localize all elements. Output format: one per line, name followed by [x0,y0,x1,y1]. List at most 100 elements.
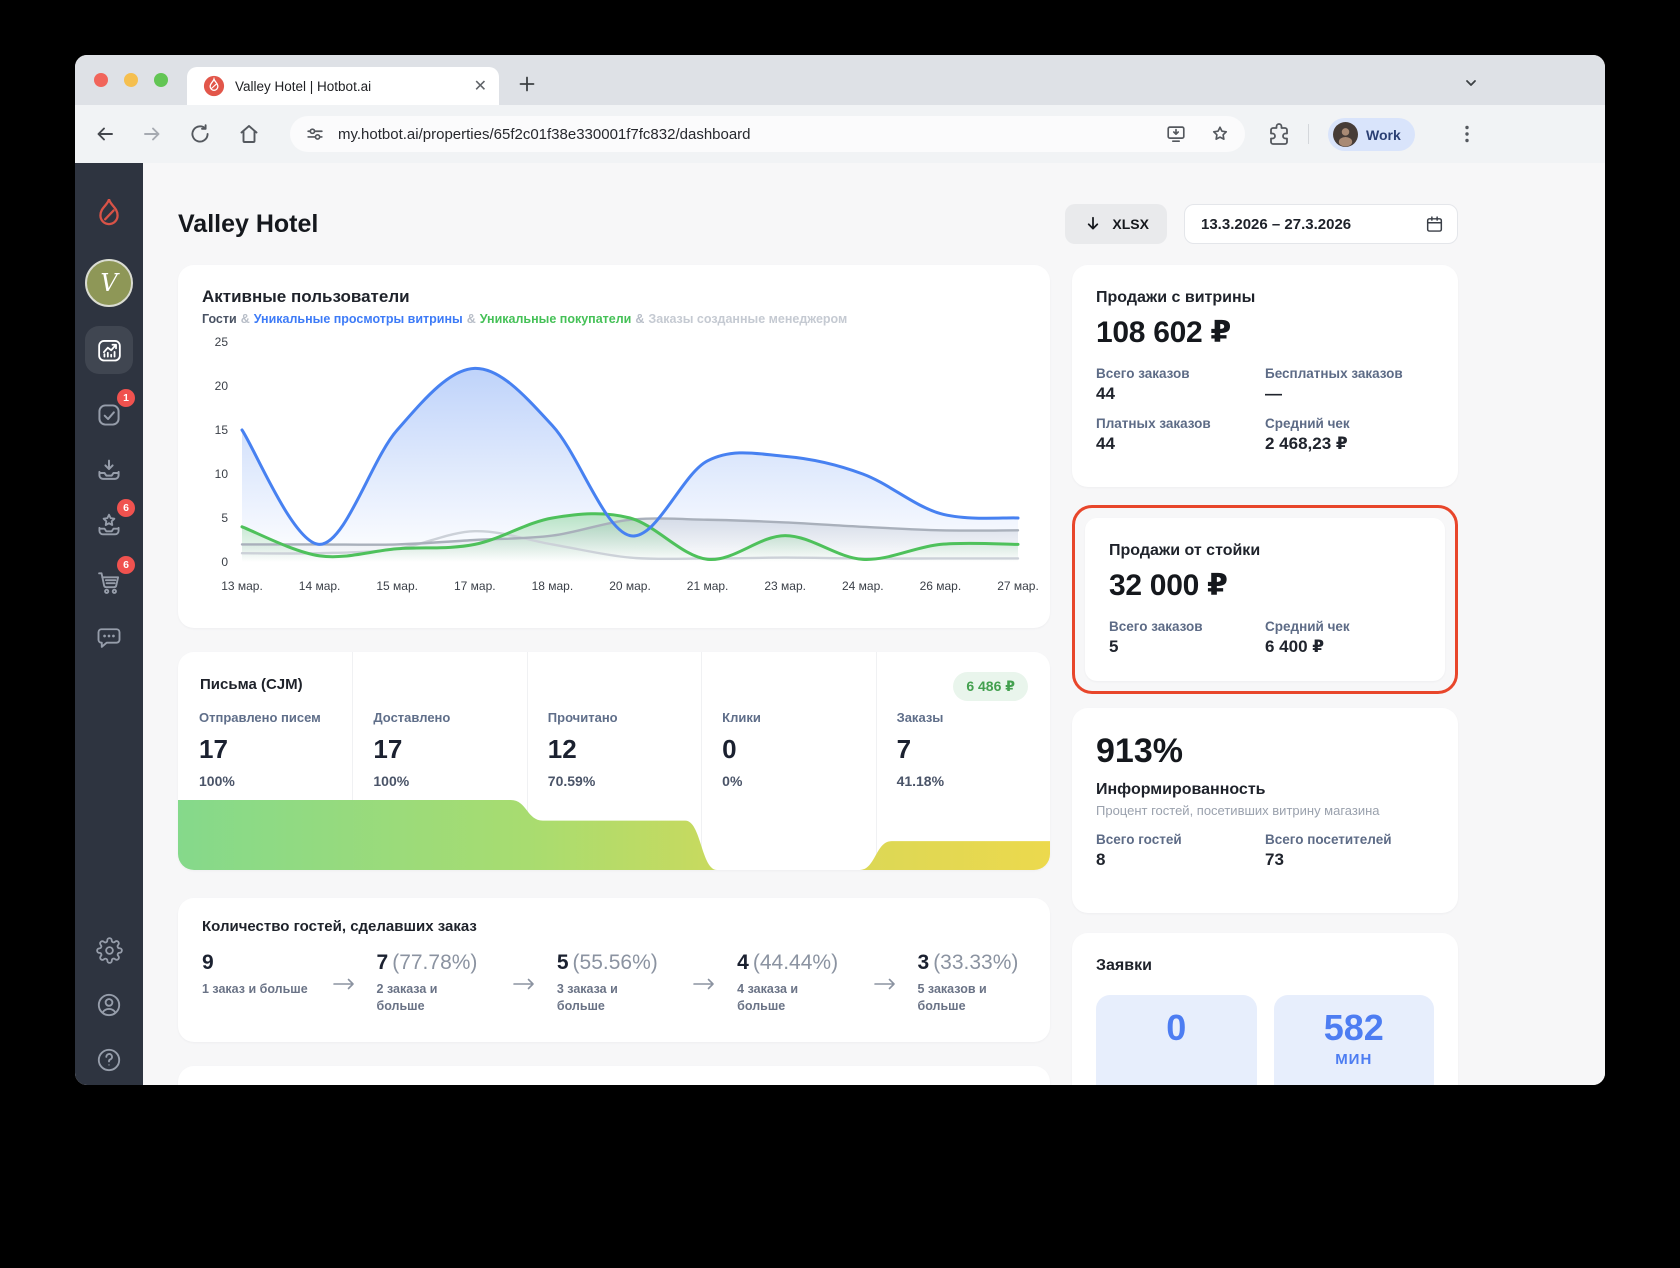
window-minimize-button[interactable] [124,73,138,87]
stat-average-check: Средний чек 2 468,23 ₽ [1265,416,1350,453]
guest-funnel-step: 5 (55.56%) 3 заказа и больше [556,951,658,1013]
back-button[interactable] [93,122,117,146]
x-axis-label: 26 мар. [920,579,962,593]
window-zoom-button[interactable] [154,73,168,87]
next-card-partial [178,1066,1050,1085]
install-app-icon[interactable] [1165,123,1187,145]
extensions-icon[interactable] [1267,122,1291,146]
site-settings-icon[interactable] [304,123,326,145]
guest-funnel-step: 3 (33.33%) 5 заказов и больше [917,951,1019,1013]
gear-icon [95,936,123,964]
sidebar-item-tasks[interactable]: 1 [85,389,135,439]
cjm-revenue-badge: 6 486 ₽ [953,672,1028,701]
new-tab-button[interactable] [515,72,539,96]
arrow-right-icon [873,978,895,990]
browser-toolbar: my.hotbot.ai/properties/65f2c01f38e33000… [75,105,1605,163]
stat-total-guests: Всего гостей 8 [1096,832,1182,869]
cjm-step-delivered: Доставлено 17 100% [373,710,451,789]
x-axis-label: 17 мар. [454,579,496,593]
browser-tab[interactable]: Valley Hotel | Hotbot.ai ✕ [187,67,499,105]
cjm-step-sent: Отправлено писем 17 100% [199,710,321,789]
chart-legend: Гости & Уникальные просмотры витрины & Уника… [202,312,848,326]
sidebar-item-orders[interactable]: 6 [85,556,135,606]
calendar-icon [1426,215,1443,232]
awareness-percent: 913% [1096,732,1183,770]
guest-funnel-step: 7 (77.78%) 2 заказа и больше [376,951,478,1013]
legend-unique-buyers[interactable]: Уникальные покупатели [480,312,632,326]
dashboard-page: Valley Hotel XLSX 13.3.2026 – 27.3.2026 [143,163,1605,1085]
reload-button[interactable] [188,122,212,146]
desk-sales-card: Продажи от стойки 32 000 ₽ Всего заказов… [1085,518,1445,681]
sidebar-item-inbox[interactable] [85,446,133,494]
awareness-subtitle: Процент гостей, посетивших витрину магаз… [1096,803,1380,818]
x-axis-label: 21 мар. [687,579,729,593]
showcase-sales-card: Продажи с витрины 108 602 ₽ Всего заказо… [1072,265,1458,487]
profile-name: Work [1366,126,1401,143]
guest-funnel-title: Количество гостей, сделавших заказ [202,918,477,935]
guest-funnel-step: 4 (44.44%) 4 заказа и больше [737,951,839,1013]
date-range-picker[interactable]: 13.3.2026 – 27.3.2026 [1184,204,1458,244]
stat-free-orders: Бесплатных заказов — [1265,366,1403,403]
legend-manager-orders[interactable]: Заказы созданные менеджером [648,312,847,326]
stat-total-visitors: Всего посетителей 73 [1265,832,1392,869]
legend-guests[interactable]: Гости [202,312,237,326]
tasks-badge: 1 [117,389,135,407]
url-bar[interactable]: my.hotbot.ai/properties/65f2c01f38e33000… [290,116,1245,152]
page-title: Valley Hotel [178,209,319,238]
awareness-card: 913% Информированность Процент гостей, п… [1072,708,1458,913]
cjm-step-orders: Заказы 7 41.18% [896,710,945,789]
sidebar-item-help[interactable] [85,1036,133,1084]
tab-strip: Valley Hotel | Hotbot.ai ✕ [75,55,1605,105]
legend-unique-views[interactable]: Уникальные просмотры витрины [254,312,463,326]
cart-badge: 6 [117,556,135,574]
desk-sales-title: Продажи от стойки [1109,542,1261,559]
tab-search-chevron-icon[interactable] [1459,71,1483,95]
avatar [1333,122,1358,147]
y-axis-label: 10 [215,467,229,481]
cjm-funnel-ribbon [178,800,1050,870]
y-axis-label: 20 [215,379,229,393]
forward-button[interactable] [140,122,164,146]
app-sidebar: V 1 6 6 [75,163,143,1085]
sidebar-item-dashboard[interactable] [85,326,133,374]
y-axis-label: 5 [221,511,228,525]
cjm-emails-card: Письма (CJM) 6 486 ₽ Отправлено писем 17… [178,652,1050,870]
x-axis-label: 14 мар. [299,579,341,593]
showcase-sales-title: Продажи с витрины [1096,289,1256,306]
hotbot-logo-flame-icon[interactable] [85,189,133,237]
requests-title: Заявки [1096,957,1152,974]
window-close-button[interactable] [94,73,108,87]
sidebar-item-chat[interactable] [85,614,133,662]
url-text[interactable]: my.hotbot.ai/properties/65f2c01f38e33000… [338,126,1143,143]
hotbot-favicon [203,75,225,97]
hotel-avatar[interactable]: V [85,259,133,307]
browser-menu-icon[interactable] [1455,122,1479,146]
profile-chip[interactable]: Work [1328,118,1415,151]
x-axis-label: 20 мар. [609,579,651,593]
y-axis-label: 15 [215,423,229,437]
requests-card: Заявки 0 582 МИН [1072,933,1458,1085]
cart-icon [98,572,120,594]
x-axis-label: 18 мар. [532,579,574,593]
arrow-right-icon [513,978,534,990]
home-button[interactable] [237,122,261,146]
chat-bubble-icon [97,628,121,648]
sidebar-item-loyalty[interactable]: 6 [85,499,135,549]
analytics-chart-icon [97,339,121,361]
sidebar-item-settings[interactable] [85,926,133,974]
stat-average-check: Средний чек 6 400 ₽ [1265,619,1350,656]
requests-tile-count: 0 [1096,995,1257,1085]
x-axis-label: 23 мар. [764,579,806,593]
check-square-icon [98,404,120,426]
bookmark-star-icon[interactable] [1209,123,1231,145]
browser-window: Valley Hotel | Hotbot.ai ✕ my.hotbot.ai/… [75,55,1605,1085]
xlsx-export-button[interactable]: XLSX [1065,204,1167,244]
arrow-right-icon [332,978,354,990]
tab-close-icon[interactable]: ✕ [474,76,487,96]
showcase-sales-amount: 108 602 ₽ [1096,316,1231,349]
guest-funnel-step: 9 1 заказ и больше [202,951,308,996]
loyalty-badge: 6 [117,499,135,517]
inbox-star-icon [98,513,120,536]
sidebar-item-profile[interactable] [85,981,133,1029]
active-users-card: Активные пользователи Гости & Уникальные п… [178,265,1050,628]
